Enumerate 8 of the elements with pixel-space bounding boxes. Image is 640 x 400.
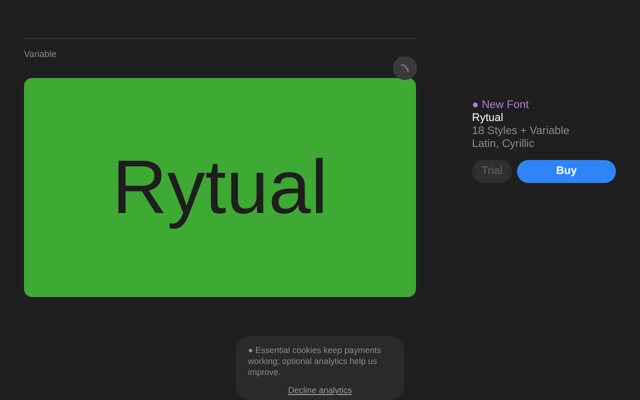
decline-analytics-link[interactable]: Decline analytics [248, 385, 392, 396]
script-support: Latin, Cyrillic [472, 138, 536, 151]
cookie-message: ● Essential cookies keep payments working; optional analytics help us improve. [248, 345, 382, 377]
new-font-tag: ● New Font [472, 99, 616, 112]
styles-count: 18 Styles + Variable [472, 125, 570, 138]
section-label: Variable [24, 48, 56, 61]
action-button[interactable]: Buy [517, 160, 616, 183]
font-name: Rytual [472, 112, 504, 125]
